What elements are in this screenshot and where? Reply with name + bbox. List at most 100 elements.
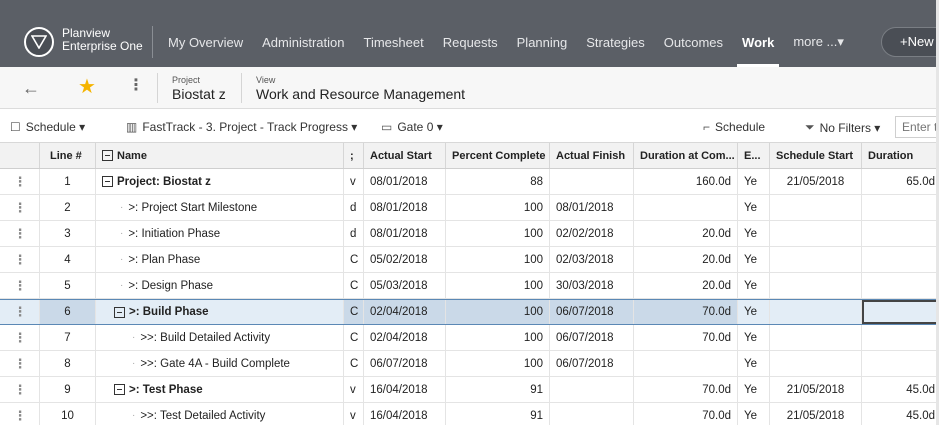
cell-c[interactable]: v — [344, 169, 364, 194]
column-header[interactable]: Actual Start — [364, 143, 446, 168]
cell-pct[interactable]: 88 — [446, 169, 550, 194]
nav-item[interactable]: Work — [737, 35, 780, 68]
cell-line[interactable]: 5 — [40, 273, 96, 298]
cell-actual-start[interactable]: 02/04/2018 — [364, 325, 446, 350]
cell-actual-finish[interactable] — [550, 403, 634, 425]
cell-line[interactable]: 1 — [40, 169, 96, 194]
cell-c[interactable]: C — [344, 325, 364, 350]
cell-duration[interactable]: 45.0d — [862, 377, 939, 402]
cell-e[interactable]: Ye — [738, 351, 770, 376]
row-drag-handle-icon[interactable]: ⋮ — [0, 273, 40, 298]
planview-logo[interactable] — [24, 27, 54, 57]
schedule-button[interactable]: ⌐ Schedule — [703, 120, 765, 134]
cell-pct[interactable]: 100 — [446, 351, 550, 376]
collapse-all-icon[interactable] — [102, 150, 113, 161]
favorite-star-icon[interactable]: ★ — [78, 77, 96, 97]
table-row[interactable]: ⋮ 7 · >>: Build Detailed Activity C 02/04/201… — [0, 325, 939, 351]
cell-line[interactable]: 6 — [40, 300, 96, 324]
name-cell[interactable]: · >: Design Phase — [96, 273, 344, 298]
name-cell[interactable]: · >: Plan Phase — [96, 247, 344, 272]
cell-e[interactable]: Ye — [738, 325, 770, 350]
back-arrow-icon[interactable]: ← — [22, 79, 40, 97]
nav-item[interactable]: Administration — [262, 35, 344, 50]
cell-dur-comp[interactable]: 20.0d — [634, 221, 738, 246]
cell-dur-comp[interactable]: 70.0d — [634, 403, 738, 425]
name-cell[interactable]: · >: Initiation Phase — [96, 221, 344, 246]
more-options-icon[interactable]: ⋮ — [128, 78, 144, 94]
name-cell[interactable]: >: Test Phase — [96, 377, 344, 402]
row-drag-handle-icon[interactable]: ⋮ — [0, 221, 40, 246]
search-input[interactable] — [895, 116, 939, 138]
cell-dur-comp[interactable] — [634, 351, 738, 376]
table-row[interactable]: ⋮ 3 · >: Initiation Phase d 08/01/2018 100 02/0… — [0, 221, 939, 247]
cell-duration[interactable] — [862, 195, 939, 220]
cell-pct[interactable]: 100 — [446, 247, 550, 272]
project-breadcrumb[interactable]: Project Biostat z — [172, 75, 226, 103]
cell-c[interactable]: v — [344, 403, 364, 425]
cell-actual-finish[interactable] — [550, 377, 634, 402]
cell-duration[interactable] — [862, 273, 939, 298]
cell-e[interactable]: Ye — [738, 247, 770, 272]
nav-item[interactable]: more ...▾ — [793, 34, 844, 50]
column-header[interactable]: Duration — [862, 143, 939, 168]
track-progress-menu[interactable]: ▥ FastTrack - 3. Project - Track Progres… — [126, 120, 357, 134]
cell-actual-finish[interactable]: 06/07/2018 — [550, 351, 634, 376]
cell-actual-finish[interactable]: 06/07/2018 — [550, 325, 634, 350]
cell-sched-start[interactable] — [770, 300, 862, 324]
nav-item[interactable]: Requests — [443, 35, 498, 50]
nav-item[interactable]: Timesheet — [364, 35, 424, 50]
name-cell[interactable]: · >>: Test Detailed Activity — [96, 403, 344, 425]
cell-c[interactable]: d — [344, 221, 364, 246]
column-header[interactable]: ; — [344, 143, 364, 168]
row-drag-handle-icon[interactable]: ⋮ — [0, 325, 40, 350]
cell-c[interactable]: C — [344, 351, 364, 376]
row-drag-handle-icon[interactable]: ⋮ — [0, 300, 40, 324]
cell-dur-comp[interactable]: 70.0d — [634, 325, 738, 350]
cell-e[interactable]: Ye — [738, 169, 770, 194]
cell-actual-finish[interactable]: 30/03/2018 — [550, 273, 634, 298]
column-header-name[interactable]: Name — [96, 143, 344, 168]
cell-dur-comp[interactable]: 160.0d — [634, 169, 738, 194]
collapse-toggle-icon[interactable] — [114, 306, 125, 318]
nav-item[interactable]: Planning — [517, 35, 568, 50]
cell-line[interactable]: 10 — [40, 403, 96, 425]
cell-duration[interactable]: 45.0d — [862, 403, 939, 425]
table-row[interactable]: ⋮ 2 · >: Project Start Milestone d 08/01/2018… — [0, 195, 939, 221]
table-row[interactable]: ⋮ 4 · >: Plan Phase C 05/02/2018 100 02/03/2018… — [0, 247, 939, 273]
column-header[interactable]: Percent Complete — [446, 143, 550, 168]
table-row[interactable]: ⋮ 1 Project: Biostat z v 08/01/2018 88 160.0d Y… — [0, 169, 939, 195]
cell-line[interactable]: 9 — [40, 377, 96, 402]
cell-line[interactable]: 2 — [40, 195, 96, 220]
cell-actual-start[interactable]: 08/01/2018 — [364, 221, 446, 246]
cell-actual-finish[interactable]: 08/01/2018 — [550, 195, 634, 220]
cell-c[interactable]: d — [344, 195, 364, 220]
nav-item[interactable]: Strategies — [586, 35, 645, 50]
cell-actual-finish[interactable]: 02/02/2018 — [550, 221, 634, 246]
cell-actual-start[interactable]: 16/04/2018 — [364, 403, 446, 425]
table-row[interactable]: ⋮ 8 · >>: Gate 4A - Build Complete C 06/07/20… — [0, 351, 939, 377]
cell-e[interactable]: Ye — [738, 300, 770, 324]
cell-c[interactable]: v — [344, 377, 364, 402]
table-row[interactable]: ⋮ 10 · >>: Test Detailed Activity v 16/04/201… — [0, 403, 939, 425]
cell-dur-comp[interactable] — [634, 195, 738, 220]
column-header[interactable]: Actual Finish — [550, 143, 634, 168]
cell-sched-start[interactable]: 21/05/2018 — [770, 169, 862, 194]
cell-e[interactable]: Ye — [738, 377, 770, 402]
cell-dur-comp[interactable]: 20.0d — [634, 273, 738, 298]
cell-e[interactable]: Ye — [738, 273, 770, 298]
view-breadcrumb[interactable]: View Work and Resource Management — [256, 75, 465, 103]
row-drag-handle-icon[interactable]: ⋮ — [0, 351, 40, 376]
cell-sched-start[interactable]: 21/05/2018 — [770, 403, 862, 425]
table-row[interactable]: ⋮ 9 >: Test Phase v 16/04/2018 91 70.0d Ye 21/05… — [0, 377, 939, 403]
cell-line[interactable]: 7 — [40, 325, 96, 350]
name-cell[interactable]: · >>: Build Detailed Activity — [96, 325, 344, 350]
row-drag-handle-icon[interactable]: ⋮ — [0, 403, 40, 425]
schedule-menu[interactable]: ☐ Schedule ▾ — [10, 120, 85, 134]
column-header[interactable]: Line # — [40, 143, 96, 168]
cell-sched-start[interactable] — [770, 195, 862, 220]
cell-pct[interactable]: 91 — [446, 403, 550, 425]
cell-actual-finish[interactable] — [550, 169, 634, 194]
cell-actual-finish[interactable]: 02/03/2018 — [550, 247, 634, 272]
cell-duration[interactable] — [862, 221, 939, 246]
cell-sched-start[interactable] — [770, 221, 862, 246]
